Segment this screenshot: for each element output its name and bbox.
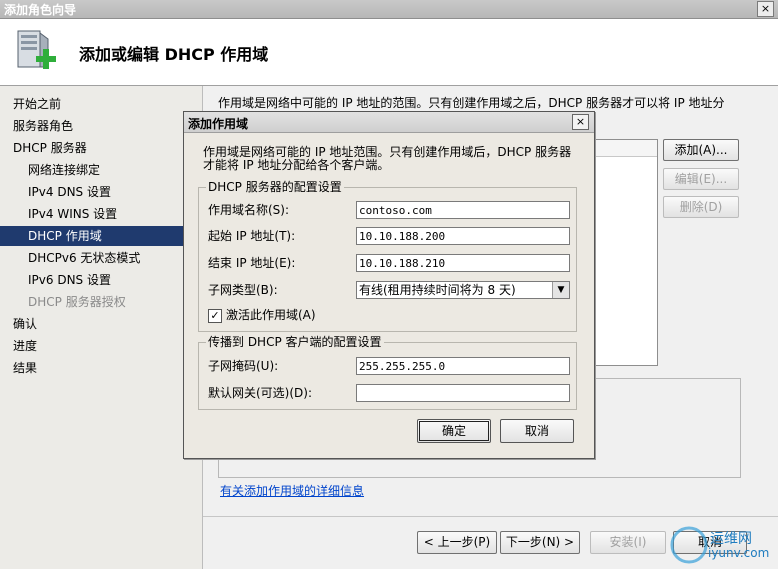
server-settings-group-label: DHCP 服务器的配置设置	[206, 180, 344, 194]
sidebar-item-confirmation[interactable]: 确认	[0, 314, 183, 334]
sidebar-item-server-roles[interactable]: 服务器角色	[0, 116, 183, 136]
dialog-description: 作用域是网络可能的 IP 地址范围。只有创建作用域后，DHCP 服务器才能将 I…	[203, 145, 572, 172]
sidebar-item-results[interactable]: 结果	[0, 358, 183, 378]
watermark-url: iyunv.com	[708, 546, 770, 560]
sidebar-item-network-binding[interactable]: 网络连接绑定	[0, 160, 183, 180]
default-gateway-field[interactable]	[356, 384, 570, 402]
install-button: 安装(I)	[590, 531, 666, 554]
sidebar-item-before-you-begin[interactable]: 开始之前	[0, 94, 183, 114]
sidebar-item-dhcp-authorization: DHCP 服务器授权	[28, 295, 126, 309]
dialog-cancel-button[interactable]: 取消	[500, 419, 574, 443]
start-ip-label: 起始 IP 地址(T):	[208, 229, 296, 243]
site-watermark: 运维网 iyunv.com	[668, 522, 776, 568]
sidebar-item-progress[interactable]: 进度	[0, 336, 183, 356]
sidebar-item-dhcp-server[interactable]: DHCP 服务器	[0, 138, 183, 158]
server-add-icon	[17, 30, 56, 69]
sidebar-item-dhcp-scopes[interactable]: DHCP 作用域	[0, 226, 183, 246]
add-scope-button[interactable]: 添加(A)...	[663, 139, 739, 161]
subnet-mask-label: 子网掩码(U):	[208, 359, 279, 373]
delete-scope-button: 删除(D)	[663, 196, 739, 218]
page-title: 添加或编辑 DHCP 作用域	[79, 45, 269, 64]
sidebar-item-ipv4-wins[interactable]: IPv4 WINS 设置	[0, 204, 183, 224]
watermark-logo-icon	[670, 526, 708, 564]
activate-scope-checkbox[interactable]: ✓	[208, 309, 222, 323]
sidebar-item-dhcpv6-stateless[interactable]: DHCPv6 无状态模式	[0, 248, 183, 268]
edit-scope-button: 编辑(E)...	[663, 168, 739, 190]
scope-name-label: 作用域名称(S):	[208, 203, 290, 217]
scope-name-field[interactable]: contoso.com	[356, 201, 570, 219]
default-gateway-label: 默认网关(可选)(D):	[208, 386, 313, 400]
dialog-titlebar: 添加作用域 ×	[184, 112, 594, 133]
window-title: 添加角色向导	[4, 3, 77, 17]
subnet-type-select[interactable]: 有线(租用持续时间将为 8 天) ▼	[356, 281, 570, 299]
wizard-sidebar: 开始之前 服务器角色 DHCP 服务器 网络连接绑定 IPv4 DNS 设置 I…	[0, 86, 203, 569]
start-ip-field[interactable]: 10.10.188.200	[356, 227, 570, 245]
chevron-down-icon[interactable]: ▼	[552, 282, 569, 298]
subnet-mask-field[interactable]: 255.255.255.0	[356, 357, 570, 375]
end-ip-field[interactable]: 10.10.188.210	[356, 254, 570, 272]
dialog-title: 添加作用域	[188, 117, 249, 131]
footer-divider	[203, 516, 778, 517]
activate-scope-label[interactable]: 激活此作用域(A)	[226, 306, 316, 324]
add-scope-dialog: 添加作用域 × 作用域是网络可能的 IP 地址范围。只有创建作用域后，DHCP …	[183, 111, 595, 459]
sidebar-item-ipv4-dns[interactable]: IPv4 DNS 设置	[0, 182, 183, 202]
wizard-header: 添加或编辑 DHCP 作用域	[0, 19, 778, 86]
ok-button[interactable]: 确定	[417, 419, 491, 443]
client-settings-group-label: 传播到 DHCP 客户端的配置设置	[206, 335, 384, 349]
dialog-close-button[interactable]: ×	[572, 114, 589, 130]
previous-button[interactable]: < 上一步(P)	[417, 531, 497, 554]
watermark-text: 运维网	[710, 531, 752, 547]
subnet-type-value: 有线(租用持续时间将为 8 天)	[359, 283, 516, 297]
help-link[interactable]: 有关添加作用域的详细信息	[220, 482, 364, 499]
end-ip-label: 结束 IP 地址(E):	[208, 256, 296, 270]
subnet-type-label: 子网类型(B):	[208, 283, 278, 297]
next-button[interactable]: 下一步(N) >	[500, 531, 580, 554]
window-titlebar: 添加角色向导	[0, 0, 778, 19]
main-description: 作用域是网络中可能的 IP 地址的范围。只有创建作用域之后，DHCP 服务器才可…	[218, 96, 725, 110]
window-close-button[interactable]: ×	[757, 1, 774, 17]
sidebar-item-ipv6-dns[interactable]: IPv6 DNS 设置	[0, 270, 183, 290]
